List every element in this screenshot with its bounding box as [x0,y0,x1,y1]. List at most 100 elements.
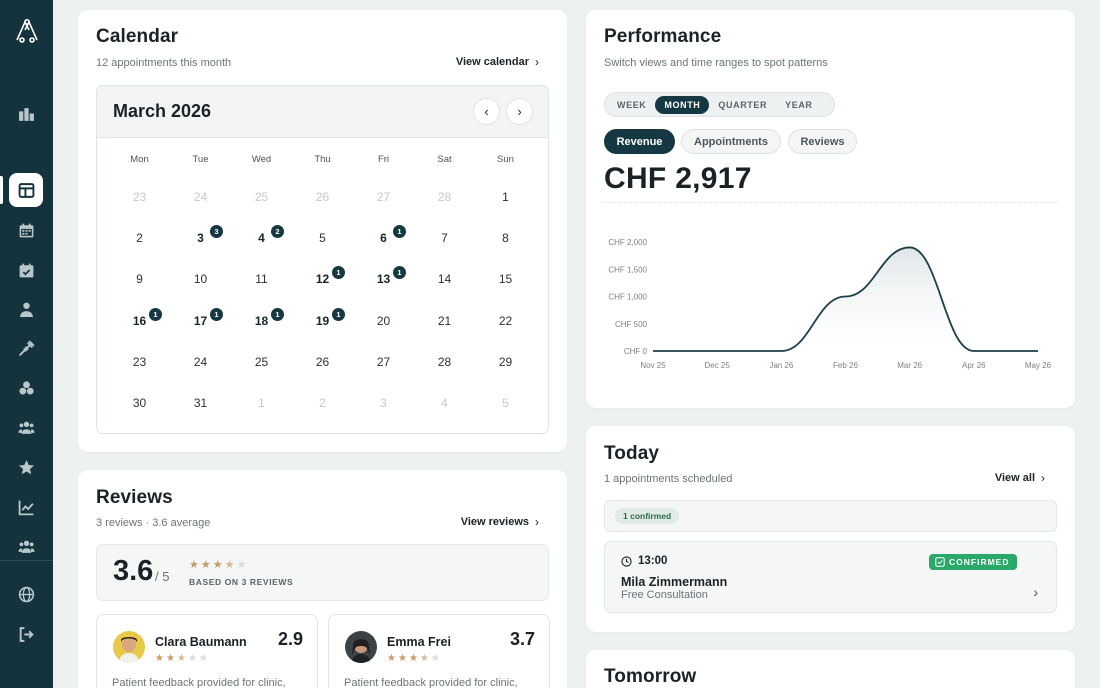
appointment-count-badge: 2 [271,225,284,239]
reviews-card: Reviews 3 reviews · 3.6 average View rev… [78,470,567,688]
calendar-day[interactable]: 23 [109,186,170,227]
star-icon: ★ [236,559,247,571]
calendar-day[interactable]: 42 [231,225,292,268]
calendar-day[interactable]: 11 [231,268,292,309]
appointment-item[interactable]: 13:00 CONFIRMED Mila Zimmermann Free Con… [604,541,1057,613]
review-card[interactable]: Emma Frei 3.7 ★ ★ ★ ★ ★ Patient feedback pro… [328,614,550,688]
calendar-day[interactable]: 33 [170,225,231,268]
calendar-day-number: 19 [315,313,330,328]
metric-appointments[interactable]: Appointments [681,129,781,154]
next-month-button[interactable]: › [506,98,533,125]
calendar-day[interactable]: 28 [414,351,475,392]
calendar-day[interactable]: 61 [353,225,414,268]
prev-month-button[interactable]: ‹ [473,98,500,125]
average-rating: 3.6 [113,555,154,587]
appointment-count-badge: 1 [149,307,162,321]
nav-clinics[interactable] [9,97,43,131]
calendar-day[interactable]: 20 [353,310,414,351]
nav-dashboard[interactable] [9,173,43,207]
calendar-day[interactable]: 24 [170,186,231,227]
calendar-day[interactable]: 27 [353,351,414,392]
nav-doctors[interactable] [9,292,43,326]
range-selector: WEEK MONTH QUARTER YEAR [604,92,835,117]
nav-calendar[interactable] [9,213,43,247]
calendar-icon [19,223,33,237]
calendar-day[interactable]: 19 1 [292,307,353,351]
calendar-day[interactable]: 28 [414,186,475,227]
calendar-day-number: 2 [136,231,143,246]
review-card[interactable]: Clara Baumann 2.9 ★ ★ ★ ★ ★ Patient feedback… [96,614,318,688]
calendar-day[interactable]: 25 [231,186,292,227]
avatar [345,631,377,663]
calendar-day[interactable]: 7 [414,227,475,268]
nav-logout[interactable] [9,617,43,651]
metric-reviews[interactable]: Reviews [788,129,857,154]
calendar-day[interactable]: 1 [475,186,536,227]
reviews-summary: 3.6 / 5 ★ ★ ★ ★ ★ BASED ON 3 REVIEWS [96,544,549,601]
calendar-day[interactable]: 15 [475,268,536,309]
active-indicator [0,176,3,204]
calendar-day[interactable]: 29 [475,351,536,392]
calendar-day[interactable]: 23 [109,351,170,392]
calendar-day-number: 17 [193,313,208,328]
calendar-day[interactable]: 14 [414,268,475,309]
view-all-link[interactable]: View all › [995,471,1045,485]
calendar-day[interactable]: 8 [475,227,536,268]
calendar-day[interactable]: 16 1 [109,307,170,351]
nav-reviews[interactable] [9,450,43,484]
review-stars: ★ ★ ★ ★ ★ [387,653,440,664]
calendar-day[interactable]: 4 [414,392,475,433]
calendar-day[interactable]: 1 [231,392,292,433]
range-year[interactable]: YEAR [776,96,821,114]
calendar-day-number: 26 [315,354,330,369]
range-quarter[interactable]: QUARTER [709,96,776,114]
calendar-day-number: 25 [254,354,269,369]
view-calendar-link[interactable]: View calendar › [456,55,539,69]
calendar-day-number: 3 [197,231,204,246]
calendar-day[interactable]: 9 [109,268,170,309]
calendar-day[interactable]: 5 [292,227,353,268]
today-card: Today 1 appointments scheduled View all … [586,426,1075,632]
calendar-day-number: 21 [437,313,452,328]
metric-revenue[interactable]: Revenue [604,129,675,154]
range-week[interactable]: WEEK [608,96,655,114]
based-on-label: BASED ON 3 REVIEWS [189,577,294,587]
nav-analytics[interactable] [9,490,43,524]
calendar-day[interactable]: 26 [292,351,353,392]
calendar-day[interactable]: 27 [353,186,414,227]
calendar-day[interactable]: 3 [353,392,414,433]
nav-treatments[interactable] [9,331,43,365]
nav-team[interactable] [9,529,43,563]
calendar-day[interactable]: 17 1 [170,307,231,351]
logo-icon[interactable] [13,16,41,44]
calendar-day[interactable]: 21 [414,310,475,351]
calendar-day-number: 26 [315,190,330,204]
average-stars: ★ ★ ★ ★ ★ [189,558,246,571]
calendar-day[interactable]: 2 [292,392,353,433]
calendar-day-number: 9 [136,272,143,287]
calendar-days: 23 24 25 26 27 28 1 2 3 3 4 2 5 6 1 7 8 9 10 11 12 1 13 1 14 15 16… [109,186,536,433]
calendar-day[interactable]: 22 [475,310,536,351]
calendar-day[interactable]: 26 [292,186,353,227]
nav-language[interactable] [9,577,43,611]
calendar-day[interactable]: 12 1 [292,266,353,309]
calendar-day[interactable]: 18 1 [231,307,292,351]
view-reviews-link[interactable]: View reviews › [461,515,539,529]
chevron-right-icon: › [1041,471,1045,485]
nav-appointments[interactable] [9,253,43,287]
calendar-day[interactable]: 24 [170,351,231,392]
x-tick-label: Mar 26 [897,361,922,370]
calendar-day[interactable]: 5 [475,392,536,433]
calendar-day[interactable]: 2 [109,227,170,268]
status-badge: CONFIRMED [929,554,1018,570]
range-month[interactable]: MONTH [655,95,710,114]
calendar-day[interactable]: 31 [170,392,231,433]
calendar-day[interactable]: 30 [109,392,170,433]
calendar-day[interactable]: 10 [170,268,231,309]
nav-inventory[interactable] [9,371,43,405]
review-score: 3.7 [509,629,535,649]
nav-patients[interactable] [9,410,43,444]
chevron-right-icon: › [535,55,539,69]
calendar-day[interactable]: 25 [231,351,292,392]
calendar-day[interactable]: 13 1 [353,266,414,309]
